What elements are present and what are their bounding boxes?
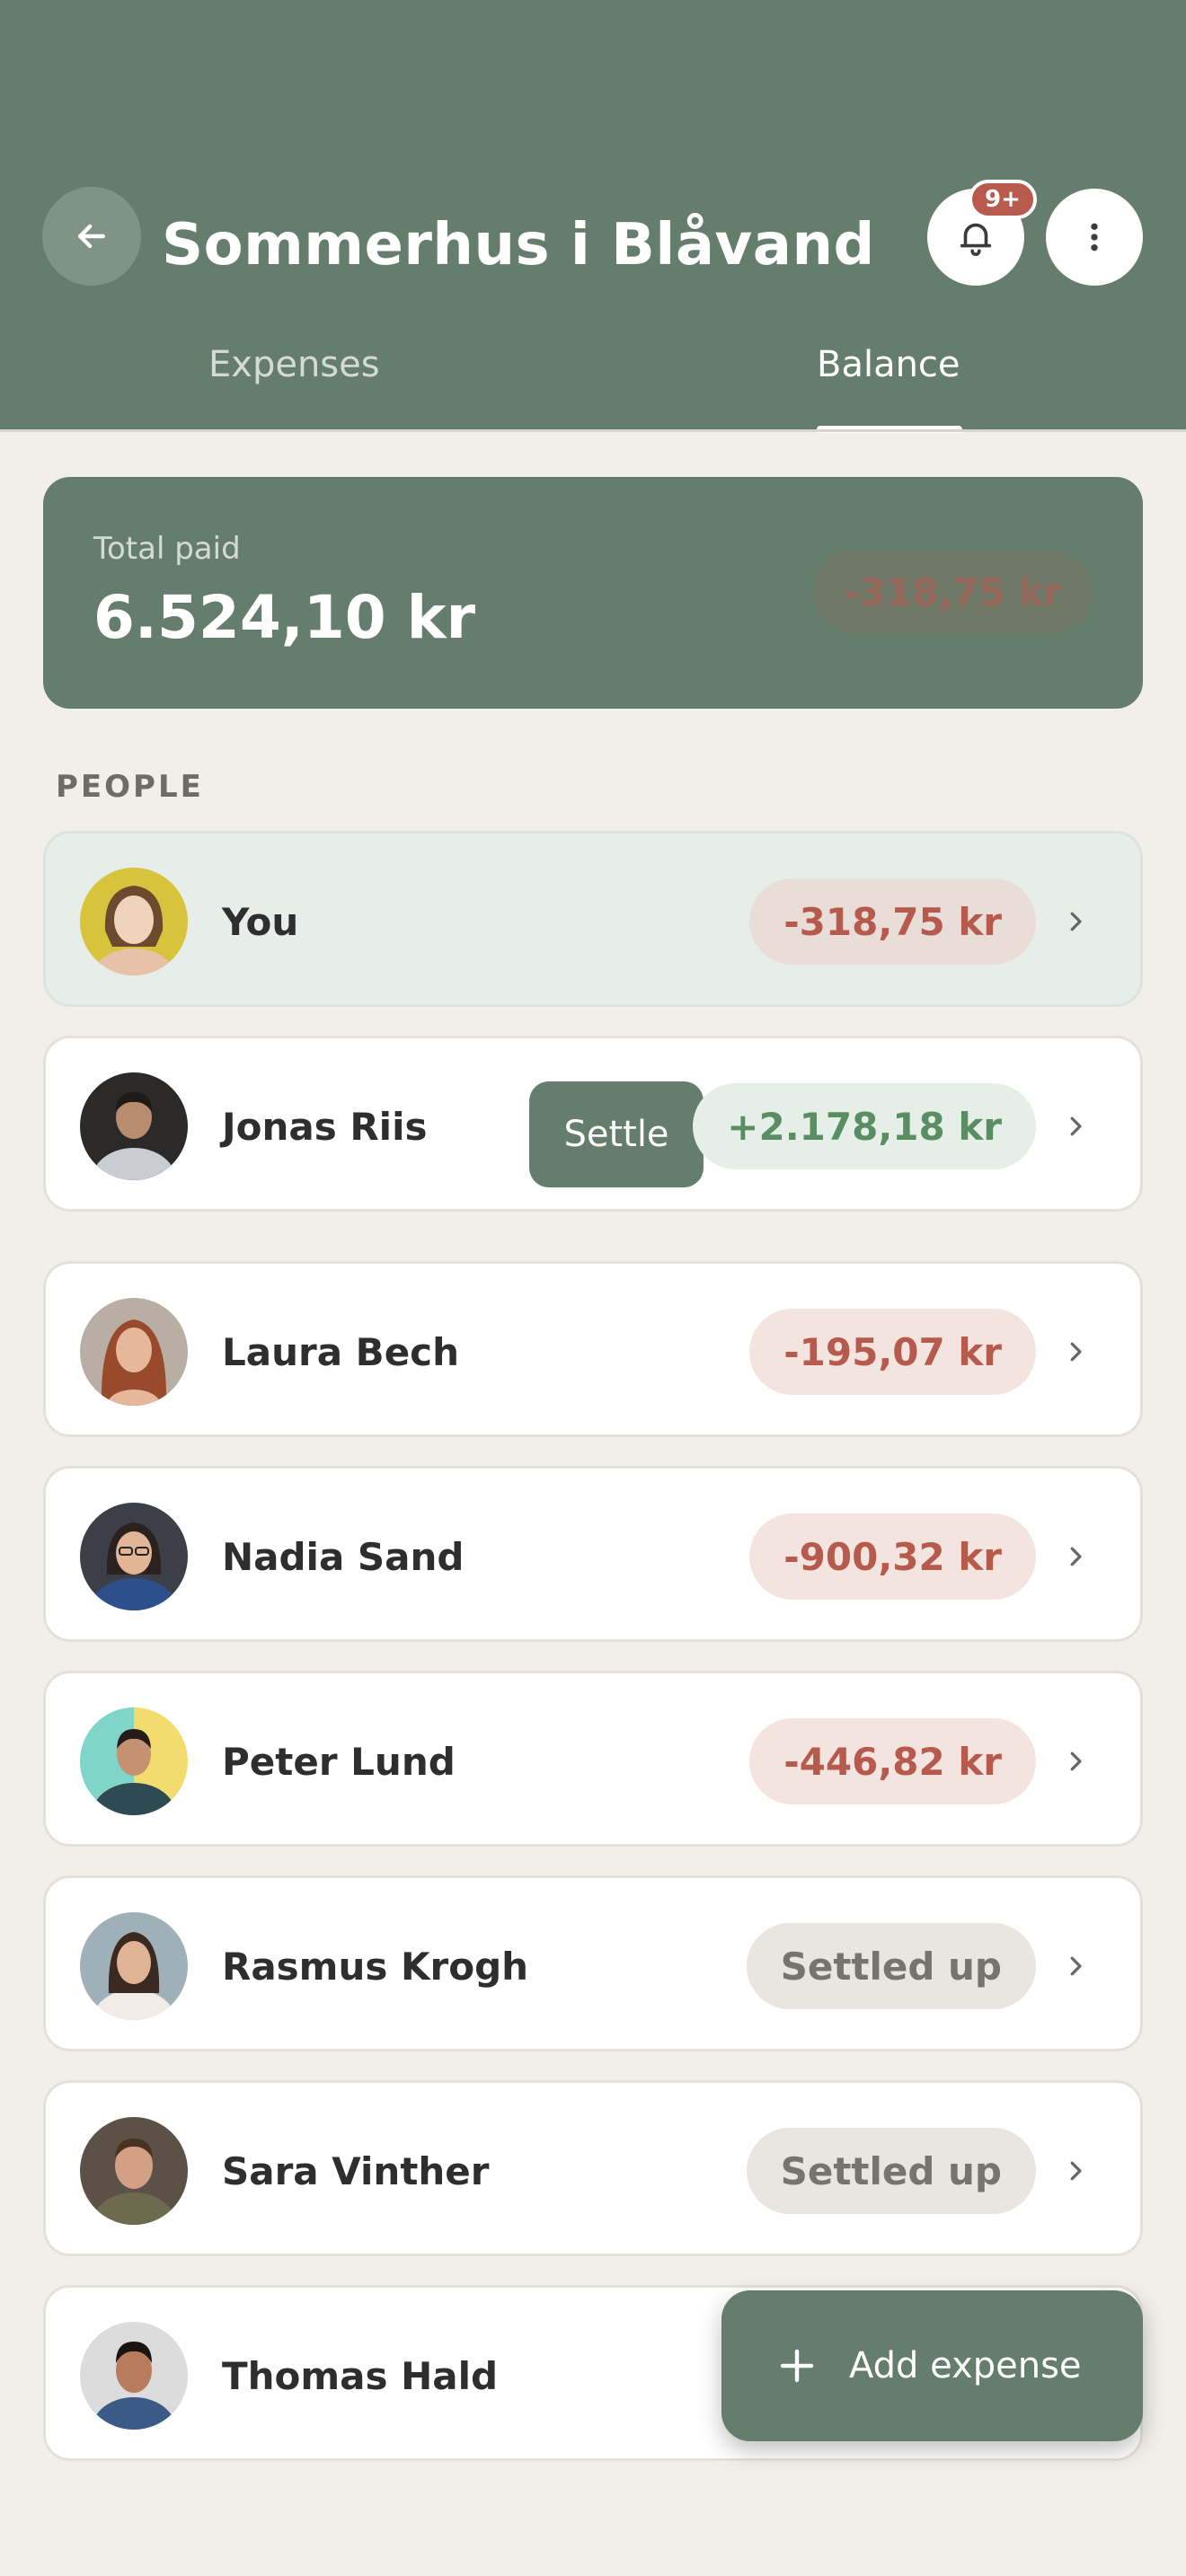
chevron-right-icon bbox=[1059, 1950, 1092, 1982]
avatar bbox=[80, 868, 188, 975]
chevron-right-icon bbox=[1059, 2155, 1092, 2187]
balance-pill: -900,32 kr bbox=[749, 1513, 1036, 1600]
notification-badge: 9+ bbox=[969, 180, 1037, 219]
balance-badge: -318,75 kr bbox=[813, 551, 1093, 633]
bell-icon bbox=[960, 223, 992, 256]
balance-pill: -318,75 kr bbox=[749, 878, 1036, 965]
chevron-right-icon bbox=[1059, 1110, 1092, 1142]
tab-expenses[interactable]: Expenses bbox=[208, 344, 380, 385]
person-row-rasmus-krogh[interactable]: Rasmus Krogh Settled up bbox=[43, 1875, 1143, 2051]
avatar bbox=[80, 2322, 188, 2430]
more-options-button[interactable] bbox=[1046, 189, 1143, 286]
page-title: Sommerhus i Blåvand bbox=[162, 212, 875, 278]
person-name: Nadia Sand bbox=[222, 1535, 465, 1579]
section-heading: PEOPLE bbox=[56, 769, 204, 805]
avatar bbox=[80, 1072, 188, 1180]
header-divider bbox=[0, 429, 1186, 432]
tab-balance[interactable]: Balance bbox=[817, 344, 960, 385]
person-name: Jonas Riis bbox=[222, 1105, 428, 1149]
person-name: Rasmus Krogh bbox=[222, 1945, 529, 1989]
add-expense-button[interactable]: Add expense bbox=[721, 2290, 1143, 2441]
person-name: Peter Lund bbox=[222, 1740, 456, 1784]
total-paid-card: Total paid 6.524,10 kr -318,75 kr bbox=[43, 477, 1143, 709]
total-paid-value: 6.524,10 kr bbox=[93, 583, 476, 652]
balance-pill: -446,82 kr bbox=[749, 1718, 1036, 1804]
person-row-sara-vinther[interactable]: Sara Vinther Settled up bbox=[43, 2080, 1143, 2256]
person-row-jonas-riis[interactable]: Jonas Riis Settle +2.178,18 kr bbox=[43, 1036, 1143, 1212]
person-row-peter-lund[interactable]: Peter Lund -446,82 kr bbox=[43, 1671, 1143, 1847]
avatar bbox=[80, 1298, 188, 1406]
person-name: Thomas Hald bbox=[222, 2354, 499, 2398]
balance-pill: Settled up bbox=[746, 1923, 1036, 2009]
person-row-laura-bech[interactable]: Laura Bech -195,07 kr bbox=[43, 1261, 1143, 1437]
settle-button[interactable]: Settle bbox=[529, 1081, 704, 1187]
balance-pill: +2.178,18 kr bbox=[693, 1083, 1036, 1169]
balance-pill: Settled up bbox=[746, 2128, 1036, 2214]
total-paid-label: Total paid bbox=[93, 531, 241, 567]
person-name: You bbox=[222, 900, 299, 944]
more-vertical-icon bbox=[1091, 223, 1098, 251]
balance-pill: -195,07 kr bbox=[749, 1309, 1036, 1395]
add-expense-label: Add expense bbox=[849, 2345, 1082, 2386]
person-name: Sara Vinther bbox=[222, 2149, 490, 2193]
plus-icon bbox=[780, 2349, 814, 2383]
person-name: Laura Bech bbox=[222, 1330, 459, 1374]
app-header: Sommerhus i Blåvand 9+ Expenses Balance bbox=[0, 0, 1186, 433]
arrow-left-icon bbox=[77, 224, 106, 249]
avatar bbox=[80, 1503, 188, 1610]
back-button[interactable] bbox=[42, 187, 141, 286]
avatar bbox=[80, 2117, 188, 2225]
chevron-right-icon bbox=[1059, 1540, 1092, 1573]
chevron-right-icon bbox=[1059, 1336, 1092, 1368]
chevron-right-icon bbox=[1059, 905, 1092, 938]
person-row-nadia-sand[interactable]: Nadia Sand -900,32 kr bbox=[43, 1466, 1143, 1642]
person-row-you[interactable]: You -318,75 kr bbox=[43, 831, 1143, 1007]
chevron-right-icon bbox=[1059, 1745, 1092, 1778]
avatar bbox=[80, 1707, 188, 1815]
avatar bbox=[80, 1912, 188, 2020]
